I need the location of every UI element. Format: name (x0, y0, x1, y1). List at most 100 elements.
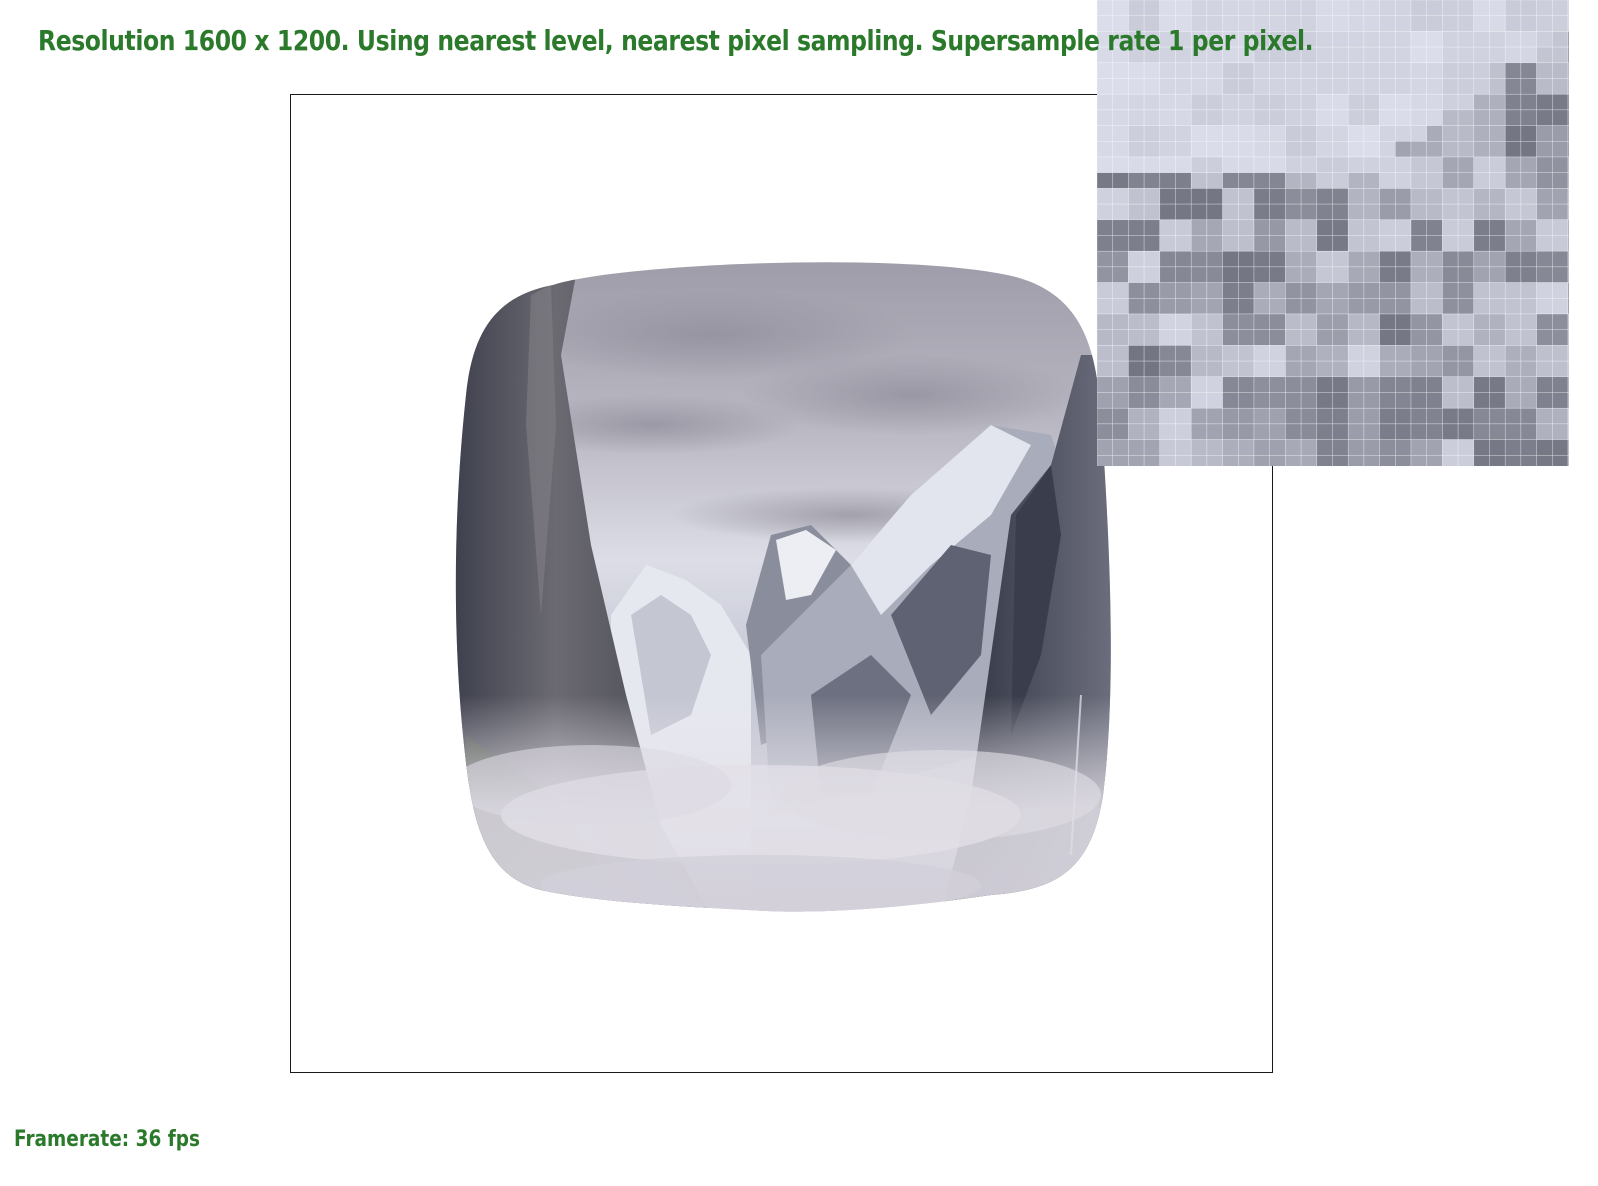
zoom-pixel-cell (1143, 392, 1161, 409)
zoom-pixel-cell (1269, 235, 1286, 252)
zoom-pixel-cell (1567, 298, 1569, 315)
zoom-pixel-cell (1190, 156, 1208, 173)
zoom-pixel-cell (1238, 235, 1255, 252)
zoom-pixel-cell (1285, 188, 1302, 205)
zoom-pixel-cell (1395, 0, 1412, 16)
zoom-pixel-cell (1457, 250, 1475, 268)
zoom-pixel-cell (1442, 376, 1459, 393)
zoom-pixel-cell (1426, 282, 1443, 299)
zoom-pixel-cell (1379, 455, 1396, 466)
zoom-pixel-cell (1316, 439, 1333, 456)
zoom-pixel-cell (1457, 439, 1475, 456)
zoom-pixel-cell (1253, 439, 1270, 456)
zoom-pixel-cell (1285, 219, 1302, 236)
zoom-pixel-cell (1410, 282, 1427, 299)
zoom-pixel-cell (1222, 329, 1239, 346)
zoom-pixel-cell (1536, 62, 1553, 79)
zoom-pixel-cell (1112, 62, 1129, 79)
zoom-pixel-cell (1426, 62, 1443, 79)
zoom-pixel-cell (1097, 345, 1113, 362)
zoom-pixel-cell (1190, 0, 1208, 16)
zoom-pixel-cell (1457, 392, 1475, 409)
zoom-pixel-cell (1238, 360, 1255, 378)
zoom-pixel-cell (1316, 313, 1333, 330)
zoom-pixel-cell (1426, 78, 1443, 95)
zoom-pixel-cell (1363, 376, 1380, 393)
zoom-pixel-cell (1332, 392, 1349, 409)
zoom-pixel-cell (1300, 407, 1318, 425)
zoom-pixel-cell (1300, 0, 1318, 16)
zoom-pixel-cell (1332, 376, 1349, 393)
zoom-pixel-cell (1410, 235, 1427, 252)
zoom-pixel-cell (1316, 46, 1333, 64)
zoom-pixel-cell (1143, 62, 1161, 79)
zoom-pixel-cell (1269, 219, 1286, 236)
zoom-pixel-cell (1379, 141, 1396, 158)
zoom-pixel-cell (1300, 172, 1318, 189)
zoom-pixel-cell (1426, 219, 1443, 236)
zoom-pixel-cell (1175, 219, 1192, 236)
zoom-pixel-cell (1332, 439, 1349, 456)
zoom-pixel-cell (1536, 235, 1553, 252)
zoom-pixel-cell (1457, 0, 1475, 16)
zoom-pixel-cell (1489, 360, 1506, 378)
zoom-pixel-cell (1363, 62, 1380, 79)
zoom-pixel-cell (1222, 172, 1239, 189)
zoom-pixel-cell (1473, 455, 1490, 466)
zoom-pixel-cell (1112, 266, 1129, 283)
zoom-pixel-cell (1222, 376, 1239, 393)
zoom-pixel-cell (1347, 235, 1365, 252)
zoom-pixel-cell (1552, 78, 1569, 95)
zoom-pixel-cell (1410, 345, 1427, 362)
zoom-pixel-cell (1285, 250, 1302, 268)
zoom-pixel-cell (1442, 125, 1459, 142)
zoom-pixel-cell (1379, 62, 1396, 79)
zoom-pixel-cell (1536, 282, 1553, 299)
zoom-pixel-cell (1426, 345, 1443, 362)
zoom-pixel-cell (1316, 282, 1333, 299)
zoom-pixel-cell (1159, 125, 1176, 142)
zoom-pixel-cell (1097, 455, 1113, 466)
zoom-pixel-cell (1347, 109, 1365, 126)
zoom-pixel-cell (1347, 376, 1365, 393)
zoom-pixel-cell (1489, 235, 1506, 252)
zoom-pixel-cell (1426, 250, 1443, 268)
zoom-pixel-cell (1128, 250, 1145, 268)
zoom-pixel-cell (1269, 125, 1286, 142)
zoom-pixel-cell (1097, 109, 1113, 126)
zoom-pixel-cell (1363, 423, 1380, 440)
zoom-pixel-cell (1159, 172, 1176, 189)
zoom-pixel-cell (1238, 423, 1255, 440)
zoom-pixel-cell (1567, 0, 1569, 16)
zoom-pixel-cell (1473, 329, 1490, 346)
zoom-pixel-cell (1395, 360, 1412, 378)
zoom-pixel-cell (1395, 141, 1412, 158)
zoom-pixel-cell (1206, 345, 1223, 362)
zoom-pixel-cell (1536, 298, 1553, 315)
zoom-pixel-cell (1253, 125, 1270, 142)
zoom-pixel-cell (1363, 46, 1380, 64)
zoom-pixel-cell (1206, 282, 1223, 299)
zoom-pixel-cell (1206, 313, 1223, 330)
zoom-pixel-cell (1395, 376, 1412, 393)
zoom-pixel-cell (1426, 407, 1443, 425)
zoom-pixel-cell (1473, 172, 1490, 189)
zoom-pixel-cell (1520, 360, 1537, 378)
zoom-pixel-cell (1269, 203, 1286, 221)
zoom-pixel-cell (1097, 423, 1113, 440)
zoom-pixel-cell (1379, 376, 1396, 393)
zoom-pixel-cell (1143, 235, 1161, 252)
zoom-pixel-cell (1143, 78, 1161, 95)
zoom-pixel-cell (1269, 250, 1286, 268)
zoom-pixel-cell (1536, 329, 1553, 346)
zoom-pixel-cell (1536, 125, 1553, 142)
zoom-pixel-cell (1269, 109, 1286, 126)
zoom-pixel-cell (1489, 439, 1506, 456)
zoom-pixel-cell (1426, 31, 1443, 48)
zoom-pixel-cell (1159, 93, 1176, 111)
zoom-pixel-cell (1285, 0, 1302, 16)
zoom-pixel-cell (1175, 203, 1192, 221)
zoom-pixel-cell (1190, 282, 1208, 299)
zoom-pixel-cell (1457, 203, 1475, 221)
zoom-pixel-cell (1112, 109, 1129, 126)
